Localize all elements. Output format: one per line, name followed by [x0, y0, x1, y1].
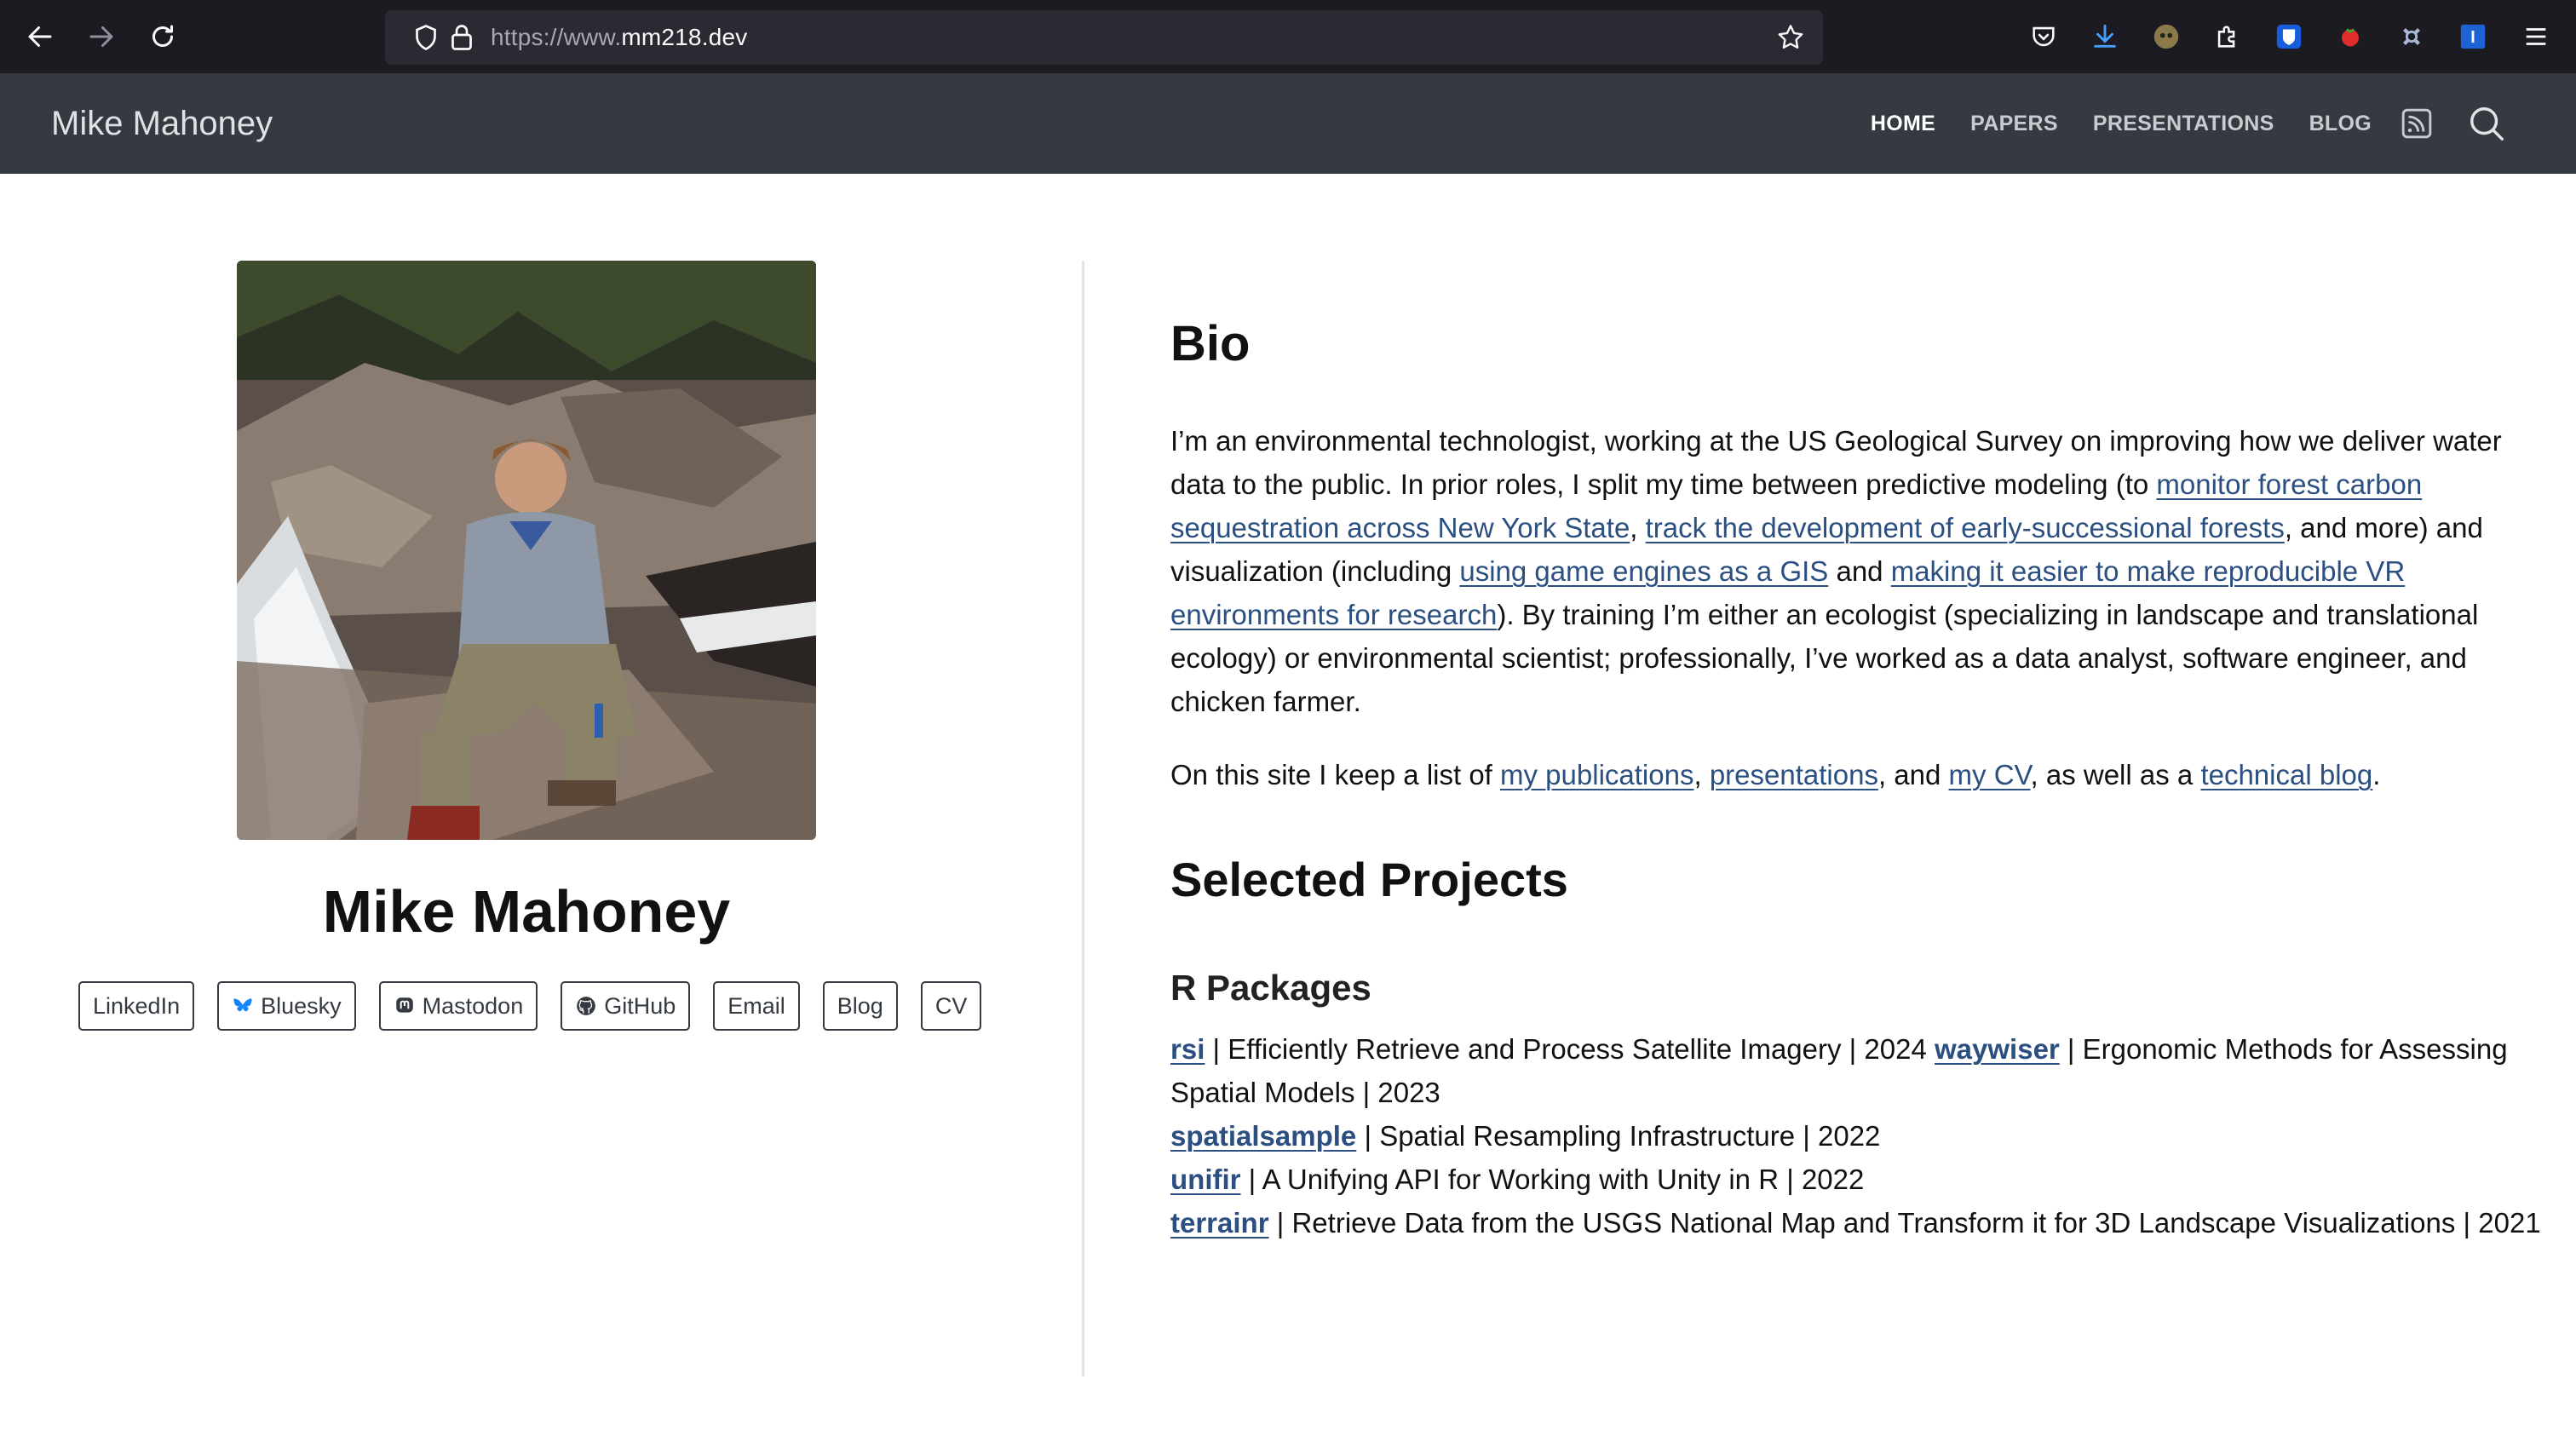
social-links: LinkedIn Bluesky Mastodon GitHub Email B… [78, 981, 982, 1031]
extension-mask-icon[interactable] [2148, 19, 2184, 55]
github-button[interactable]: GitHub [561, 981, 691, 1031]
cv-button[interactable]: CV [920, 981, 982, 1031]
project-desc: | Efficiently Retrieve and Process Satel… [1205, 1033, 1935, 1065]
list-item: spatialsample | Spatial Resampling Infra… [1170, 1114, 2542, 1158]
r-packages-heading: R Packages [1170, 968, 1371, 1008]
blog-button[interactable]: Blog [822, 981, 898, 1031]
extensions-puzzle-icon[interactable] [2210, 19, 2245, 55]
bio-text: , and [1877, 759, 1949, 790]
link-presentations[interactable]: presentations [1710, 759, 1878, 790]
bio-text: On this site I keep a list of [1170, 759, 1501, 790]
forward-button[interactable] [80, 15, 123, 58]
nav-menu: HOME PAPERS PRESENTATIONS BLOG [1836, 73, 2372, 174]
profile-extension-icon[interactable] [2455, 19, 2491, 55]
linkedin-label: LinkedIn [93, 992, 181, 1019]
mastodon-icon [395, 997, 413, 1013]
bio-text: . [2372, 759, 2381, 790]
project-list: rsi | Efficiently Retrieve and Process S… [1170, 1027, 2542, 1244]
downloads-icon[interactable] [2087, 19, 2123, 55]
forward-arrow-icon [89, 26, 113, 47]
project-desc: | Retrieve Data from the USGS National M… [1268, 1207, 2541, 1238]
bio-text: , [1630, 512, 1646, 543]
ublock-icon[interactable] [2394, 19, 2429, 55]
email-label: Email [727, 992, 785, 1019]
project-link-terrainr[interactable]: terrainr [1170, 1207, 1269, 1238]
link-cv[interactable]: my CV [1949, 759, 2031, 790]
bio-paragraph-2: On this site I keep a list of my publica… [1170, 753, 2542, 796]
back-arrow-icon [28, 26, 52, 47]
bluesky-icon [233, 998, 252, 1012]
email-button[interactable]: Email [713, 981, 800, 1031]
github-label: GitHub [604, 992, 676, 1019]
project-desc: | Spatial Resampling Infrastructure | 20… [1356, 1120, 1881, 1152]
nav-home[interactable]: HOME [1871, 112, 1935, 136]
search-icon[interactable] [2467, 104, 2506, 143]
hamburger-menu-icon[interactable] [2518, 19, 2554, 55]
link-early-successional[interactable]: track the development of early-successio… [1646, 512, 2285, 543]
project-link-waywiser[interactable]: waywiser [1935, 1033, 2060, 1065]
bio-text: and [1828, 555, 1891, 587]
address-bar[interactable]: https://www.mm218.dev [385, 10, 1823, 65]
project-link-spatialsample[interactable]: spatialsample [1170, 1120, 1356, 1152]
list-item: unifir | A Unifying API for Working with… [1170, 1158, 2542, 1201]
bio-paragraph-1: I’m an environmental technologist, worki… [1170, 419, 2542, 723]
list-item: terrainr | Retrieve Data from the USGS N… [1170, 1201, 2542, 1244]
linkedin-button[interactable]: LinkedIn [78, 981, 195, 1031]
bookmark-star-icon[interactable] [1775, 22, 1806, 53]
projects-heading: Selected Projects [1170, 853, 1568, 906]
bio-heading: Bio [1170, 316, 1251, 371]
nav-blog[interactable]: BLOG [2309, 112, 2372, 136]
github-icon [577, 997, 596, 1015]
bio-text: , [1693, 759, 1710, 790]
profile-photo [237, 261, 816, 840]
browser-toolbar: https://www.mm218.dev [0, 0, 2576, 73]
project-link-unifir[interactable]: unifir [1170, 1164, 1240, 1195]
lock-icon[interactable] [446, 22, 477, 53]
link-publications[interactable]: my publications [1500, 759, 1693, 790]
bluesky-label: Bluesky [261, 992, 342, 1019]
mastodon-button[interactable]: Mastodon [378, 981, 538, 1031]
list-item: rsi | Efficiently Retrieve and Process S… [1170, 1027, 2542, 1114]
bio-text: , as well as a [2030, 759, 2201, 790]
rss-icon[interactable] [2401, 107, 2433, 140]
bluesky-button[interactable]: Bluesky [217, 981, 356, 1031]
column-divider [1082, 261, 1084, 1376]
url-host: mm218.dev [621, 24, 748, 50]
tomato-icon[interactable] [2332, 19, 2368, 55]
site-brand[interactable]: Mike Mahoney [51, 73, 273, 174]
reload-button[interactable] [141, 15, 184, 58]
url-scheme: https://www. [491, 24, 622, 50]
link-technical-blog[interactable]: technical blog [2200, 759, 2372, 790]
bitwarden-icon[interactable] [2271, 19, 2307, 55]
link-game-engines-gis[interactable]: using game engines as a GIS [1459, 555, 1828, 587]
nav-papers[interactable]: PAPERS [1970, 112, 2058, 136]
profile-name: Mike Mahoney [322, 878, 731, 945]
site-navbar: Mike Mahoney HOME PAPERS PRESENTATIONS B… [0, 73, 2576, 174]
url-text[interactable]: https://www.mm218.dev [491, 10, 747, 65]
nav-presentations[interactable]: PRESENTATIONS [2093, 112, 2274, 136]
project-desc: | A Unifying API for Working with Unity … [1240, 1164, 1865, 1195]
reload-icon [152, 25, 173, 47]
blog-label: Blog [837, 992, 883, 1019]
pocket-icon[interactable] [2026, 19, 2061, 55]
project-link-rsi[interactable]: rsi [1170, 1033, 1205, 1065]
back-button[interactable] [19, 15, 61, 58]
mastodon-label: Mastodon [422, 992, 524, 1019]
tracking-shield-icon[interactable] [411, 22, 441, 53]
cv-label: CV [934, 992, 968, 1019]
